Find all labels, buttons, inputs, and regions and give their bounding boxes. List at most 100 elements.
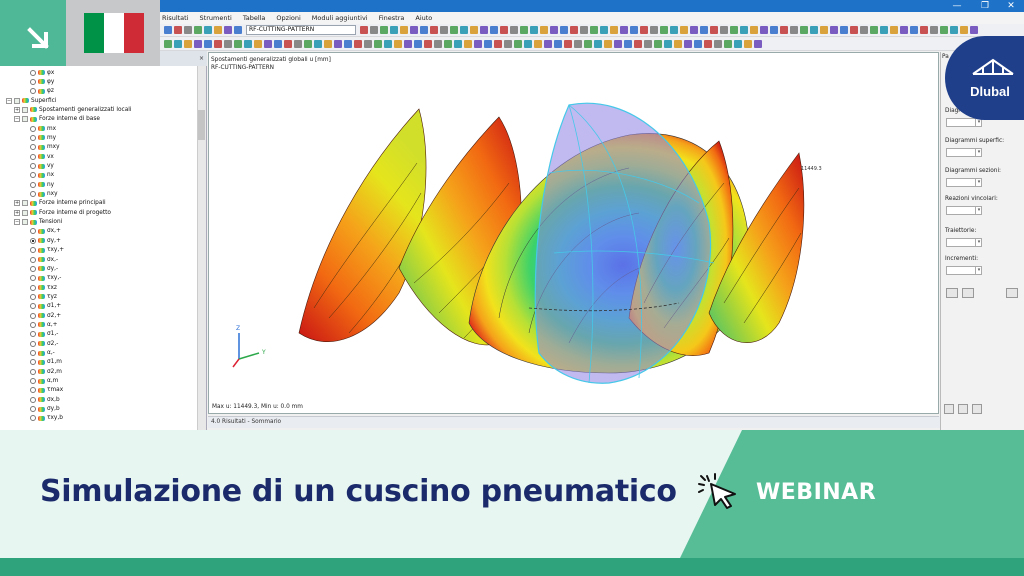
- toolbar-tool-icon[interactable]: [690, 26, 698, 34]
- menu-aiuto[interactable]: Aiuto: [415, 14, 432, 22]
- toolbar-tool-icon[interactable]: [590, 26, 598, 34]
- navigator-item[interactable]: mxy: [30, 143, 60, 152]
- tree-expander-icon[interactable]: −: [14, 219, 20, 226]
- toolbar-tool-icon[interactable]: [314, 40, 322, 48]
- toolbar-tool-icon[interactable]: [700, 26, 708, 34]
- panel-tab-views-icon[interactable]: [972, 404, 982, 414]
- toolbar-tool-icon[interactable]: [584, 40, 592, 48]
- toolbar-tool-icon[interactable]: [430, 26, 438, 34]
- radio-button[interactable]: [30, 293, 36, 300]
- toolbar-tool-icon[interactable]: [900, 26, 908, 34]
- toolbar-tool-icon[interactable]: [660, 26, 668, 34]
- radio-button[interactable]: [30, 78, 36, 85]
- toolbar-tool-icon[interactable]: [710, 26, 718, 34]
- toolbar-tool-icon[interactable]: [504, 40, 512, 48]
- toolbar-tool-icon[interactable]: [184, 40, 192, 48]
- toolbar-tool-icon[interactable]: [614, 40, 622, 48]
- graphics-viewport[interactable]: Z Y 11449.3: [208, 52, 939, 414]
- toolbar-tool-icon[interactable]: [850, 26, 858, 34]
- close-button[interactable]: ✕: [1000, 0, 1022, 12]
- toolbar-tool-icon[interactable]: [604, 40, 612, 48]
- toolbar-tool-icon[interactable]: [830, 26, 838, 34]
- toolbar-tool-icon[interactable]: [570, 26, 578, 34]
- minimize-button[interactable]: —: [946, 0, 968, 12]
- navigator-item[interactable]: τxy,b: [30, 414, 63, 423]
- toolbar-tool-icon[interactable]: [730, 26, 738, 34]
- toolbar-tool-icon[interactable]: [654, 40, 662, 48]
- radio-button[interactable]: [30, 275, 36, 282]
- navigator-item[interactable]: α,-: [30, 349, 55, 358]
- toolbar-tool-icon[interactable]: [470, 26, 478, 34]
- navigator-item[interactable]: σ1,m: [30, 358, 62, 367]
- toolbar-tool-icon[interactable]: [450, 26, 458, 34]
- toolbar-tool-icon[interactable]: [374, 40, 382, 48]
- radio-button[interactable]: [30, 88, 36, 95]
- navigator-item[interactable]: τxy,+: [30, 246, 64, 255]
- navigator-item[interactable]: σy,b: [30, 405, 60, 414]
- navigator-close-button[interactable]: ×: [160, 51, 207, 66]
- toolbar-tool-icon[interactable]: [370, 26, 378, 34]
- toolbar-tool-icon[interactable]: [344, 40, 352, 48]
- menu-finestra[interactable]: Finestra: [379, 14, 405, 22]
- toolbar-tool-icon[interactable]: [800, 26, 808, 34]
- radio-button[interactable]: [30, 163, 36, 169]
- toolbar-tool-icon[interactable]: [744, 40, 752, 48]
- toolbar-tool-icon[interactable]: [214, 26, 222, 34]
- navigator-item[interactable]: τxy,-: [30, 274, 61, 283]
- toolbar-tool-icon[interactable]: [410, 26, 418, 34]
- navigator-item[interactable]: φx: [30, 68, 54, 77]
- toolbar-tool-icon[interactable]: [414, 40, 422, 48]
- menu-strumenti[interactable]: Strumenti: [200, 14, 232, 22]
- toolbar-tool-icon[interactable]: [164, 26, 172, 34]
- toolbar-tool-icon[interactable]: [264, 40, 272, 48]
- toolbar-tool-icon[interactable]: [684, 40, 692, 48]
- toolbar-tool-icon[interactable]: [424, 40, 432, 48]
- navigator-item[interactable]: α,+: [30, 320, 58, 329]
- toolbar-tool-icon[interactable]: [820, 26, 828, 34]
- toolbar-tool-icon[interactable]: [694, 40, 702, 48]
- toolbar-tool-icon[interactable]: [364, 40, 372, 48]
- radio-button[interactable]: [30, 181, 36, 188]
- toolbar-tool-icon[interactable]: [194, 40, 202, 48]
- toolbar-tool-icon[interactable]: [594, 40, 602, 48]
- navigator-item[interactable]: σ1,-: [30, 330, 58, 339]
- toolbar-tool-icon[interactable]: [500, 26, 508, 34]
- toolbar-tool-icon[interactable]: [554, 40, 562, 48]
- toolbar-tool-icon[interactable]: [724, 40, 732, 48]
- toolbar-tool-icon[interactable]: [970, 26, 978, 34]
- checkbox-icon[interactable]: [22, 116, 28, 123]
- toolbar-tool-icon[interactable]: [214, 40, 222, 48]
- checkbox-icon[interactable]: [22, 200, 28, 207]
- radio-button[interactable]: [30, 144, 36, 151]
- toolbar-tool-icon[interactable]: [244, 40, 252, 48]
- checkbox-icon[interactable]: [22, 219, 28, 226]
- navigator-item[interactable]: vy: [30, 162, 54, 171]
- navigator-item[interactable]: τxz: [30, 283, 57, 292]
- toolbar-tool-icon[interactable]: [770, 26, 778, 34]
- toolbar-tool-icon[interactable]: [480, 26, 488, 34]
- toolbar-tool-icon[interactable]: [514, 40, 522, 48]
- toolbar-tool-icon[interactable]: [580, 26, 588, 34]
- navigator-item[interactable]: − Superfici: [6, 96, 56, 105]
- navigator-item[interactable]: ny: [30, 180, 54, 189]
- toolbar-tool-icon[interactable]: [790, 26, 798, 34]
- checkbox-icon[interactable]: [22, 209, 28, 216]
- chevron-down-icon[interactable]: ▾: [975, 238, 982, 247]
- navigator-item[interactable]: + Spostamenti generalizzati locali: [14, 105, 132, 114]
- navigator-item[interactable]: τmax: [30, 386, 63, 395]
- navigator-item[interactable]: nxy: [30, 190, 58, 199]
- panel-tab-display-icon[interactable]: [958, 404, 968, 414]
- toolbar-tool-icon[interactable]: [520, 26, 528, 34]
- toolbar-tool-icon[interactable]: [860, 26, 868, 34]
- toolbar-tool-icon[interactable]: [284, 40, 292, 48]
- radio-button[interactable]: [30, 359, 36, 366]
- toolbar-tool-icon[interactable]: [530, 26, 538, 34]
- radio-button[interactable]: [30, 265, 36, 272]
- radio-button[interactable]: [30, 125, 36, 132]
- navigator-item[interactable]: my: [30, 133, 56, 142]
- toolbar-tool-icon[interactable]: [630, 26, 638, 34]
- toolbar-tool-icon[interactable]: [534, 40, 542, 48]
- toolbar-tool-icon[interactable]: [384, 40, 392, 48]
- toolbar-tool-icon[interactable]: [540, 26, 548, 34]
- toolbar-tool-icon[interactable]: [494, 40, 502, 48]
